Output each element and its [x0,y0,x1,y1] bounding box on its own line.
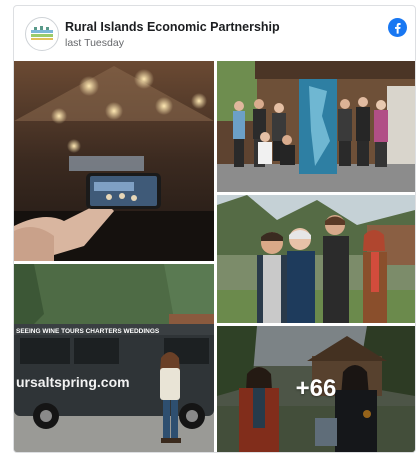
van-banner-text: SEEING WINE TOURS CHARTERS WEDDINGS [16,328,160,335]
rural-islands-logo-icon [31,26,53,40]
photo-phone-recording-event[interactable] [14,61,214,261]
photo-gallery: SEEING WINE TOURS CHARTERS WEDDINGS ursa… [14,61,415,452]
post-header: Rural Islands Economic Partnership last … [14,6,415,61]
post-timestamp[interactable]: last Tuesday [65,37,124,49]
more-photos-count: +66 [295,375,337,402]
page-name-link[interactable]: Rural Islands Economic Partnership [65,20,280,34]
more-photos-overlay[interactable]: +66 [217,326,415,452]
photo-woman-by-tour-van[interactable]: SEEING WINE TOURS CHARTERS WEDDINGS ursa… [14,264,214,452]
photo-women-talking-outdoors[interactable]: +66 [217,326,415,452]
photo-group-with-map-banner[interactable] [217,61,415,192]
facebook-post-card: Rural Islands Economic Partnership last … [13,5,416,453]
van-side-text: ursaltspring.com [16,374,130,390]
page-avatar[interactable] [25,17,59,51]
facebook-icon[interactable] [388,18,407,37]
photo-four-people-smiling[interactable] [217,195,415,323]
